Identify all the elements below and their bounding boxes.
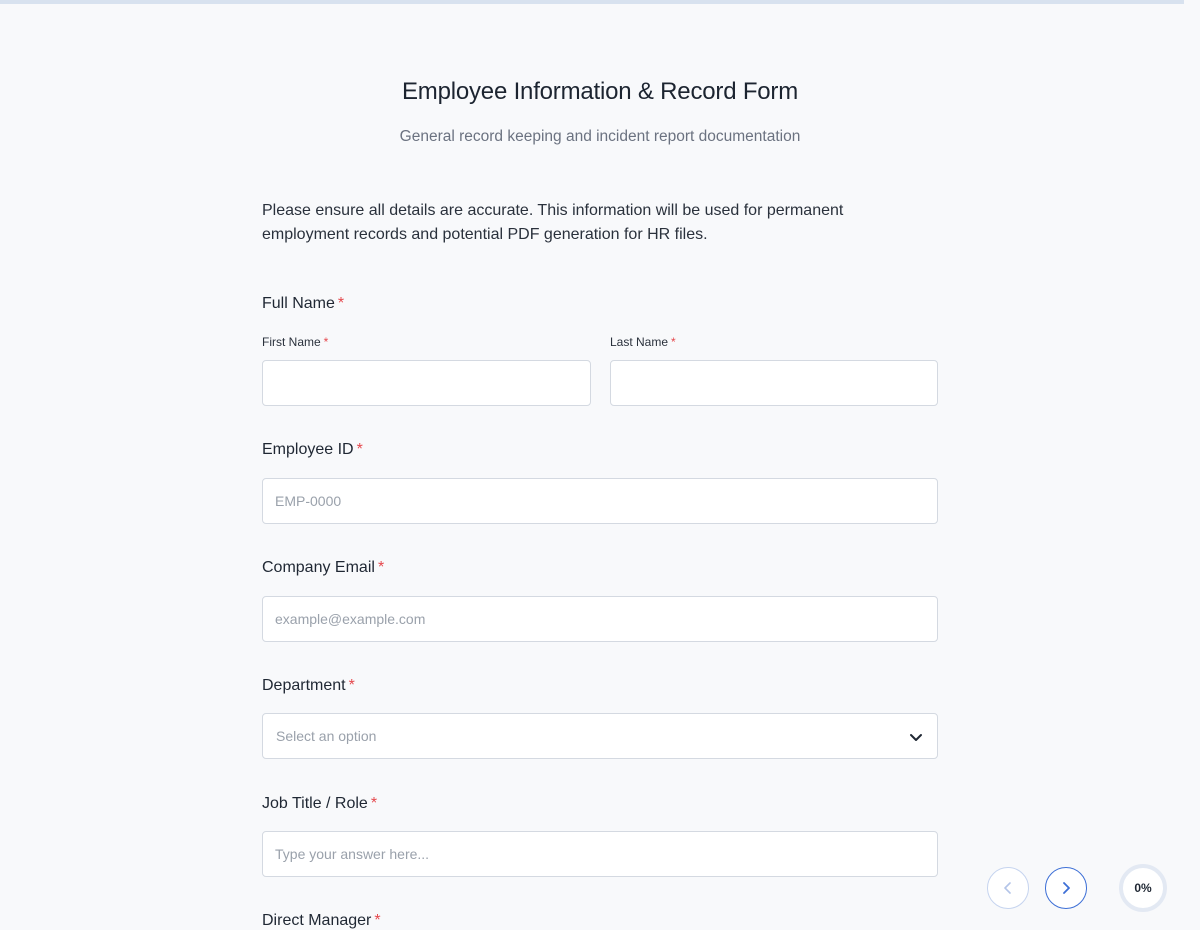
top-progress-bar	[0, 0, 1184, 4]
direct-manager-label: Direct Manager *	[262, 912, 381, 930]
last-name-input[interactable]	[610, 360, 938, 406]
department-selected-value: Select an option	[276, 728, 377, 744]
form-intro-text: Please ensure all details are accurate. …	[262, 202, 844, 243]
department-label-text: Department	[262, 677, 346, 694]
chevron-right-icon	[1063, 882, 1070, 894]
last-name-label-text: Last Name	[610, 335, 669, 349]
last-name-label: Last Name *	[610, 335, 676, 349]
first-name-label-text: First Name	[262, 335, 321, 349]
company-email-input[interactable]	[262, 596, 938, 642]
first-name-input[interactable]	[262, 360, 591, 406]
company-email-label-text: Company Email	[262, 559, 375, 576]
required-marker: *	[374, 912, 381, 929]
department-label: Department *	[262, 677, 355, 695]
full-name-label: Full Name *	[262, 295, 344, 313]
previous-button[interactable]	[987, 867, 1029, 909]
progress-label: 0%	[1134, 881, 1152, 895]
job-title-label: Job Title / Role *	[262, 795, 377, 813]
job-title-label-text: Job Title / Role	[262, 795, 368, 812]
full-name-label-text: Full Name	[262, 295, 335, 312]
employee-id-input[interactable]	[262, 478, 938, 524]
chevron-left-icon	[1004, 882, 1011, 894]
form-subtitle: General record keeping and incident repo…	[399, 128, 801, 145]
required-marker: *	[377, 559, 385, 576]
department-select[interactable]: Select an option	[262, 713, 938, 759]
required-marker: *	[370, 795, 378, 812]
direct-manager-label-text: Direct Manager	[262, 912, 372, 929]
job-title-input[interactable]	[262, 831, 938, 877]
chevron-down-icon	[910, 734, 922, 741]
required-marker: *	[356, 441, 363, 458]
required-marker: *	[671, 335, 676, 349]
employee-id-label: Employee ID *	[262, 441, 363, 459]
required-marker: *	[337, 295, 345, 312]
employee-id-label-text: Employee ID	[262, 441, 354, 458]
progress-indicator: 0%	[1119, 864, 1167, 912]
company-email-label: Company Email *	[262, 559, 384, 577]
required-marker: *	[348, 677, 355, 694]
form-title: Employee Information & Record Form	[401, 78, 799, 105]
required-marker: *	[323, 335, 329, 349]
next-button[interactable]	[1045, 867, 1087, 909]
first-name-label: First Name *	[262, 335, 328, 349]
